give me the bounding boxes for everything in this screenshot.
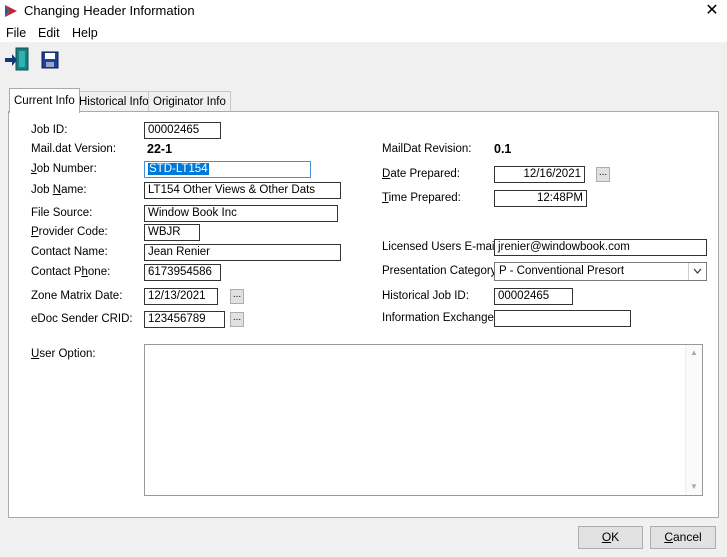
scroll-up-icon[interactable]: ▲	[689, 348, 699, 358]
job-number-value: STD-LT154	[148, 163, 209, 175]
title-bar: Changing Header Information ✕	[0, 0, 727, 22]
contact-name-label: Contact Name:	[31, 246, 108, 258]
time-prepared-label: Time Prepared:	[382, 192, 461, 204]
historical-job-id-field[interactable]: 00002465	[494, 288, 573, 305]
job-id-field[interactable]: 00002465	[144, 122, 221, 139]
contact-phone-field[interactable]: 6173954586	[144, 264, 221, 281]
maildat-version-value: 22-1	[147, 142, 173, 156]
close-button[interactable]: ✕	[700, 1, 724, 21]
job-number-label: Job Number:	[31, 163, 97, 175]
provider-code-field[interactable]: WBJR	[144, 224, 200, 241]
historical-job-id-label: Historical Job ID:	[382, 290, 469, 302]
zone-matrix-date-field[interactable]: 12/13/2021	[144, 288, 218, 305]
presentation-category-label: Presentation Category:	[382, 265, 500, 277]
maildat-version-label: Mail.dat Version:	[31, 143, 117, 155]
contact-name-field[interactable]: Jean Renier	[144, 244, 341, 261]
window-title: Changing Header Information	[24, 3, 195, 18]
time-prepared-field[interactable]: 12:48PM	[494, 190, 587, 207]
licensed-users-email-field[interactable]: jrenier@windowbook.com	[494, 239, 707, 256]
job-number-field[interactable]: STD-LT154	[144, 161, 311, 178]
zone-matrix-date-picker-button[interactable]: ...	[230, 289, 244, 304]
user-option-scrollbar[interactable]: ▲ ▼	[685, 345, 702, 495]
job-name-field[interactable]: LT154 Other Views & Other Dats	[144, 182, 341, 199]
zone-matrix-date-label: Zone Matrix Date:	[31, 290, 123, 302]
provider-code-label: Provider Code:	[31, 226, 108, 238]
file-source-field[interactable]: Window Book Inc	[144, 205, 338, 222]
licensed-users-email-label: Licensed Users E-mail:	[382, 241, 501, 253]
information-exchange-label: Information Exchange:	[382, 312, 498, 324]
menu-edit[interactable]: Edit	[38, 26, 60, 40]
presentation-category-value: P - Conventional Presort	[499, 265, 625, 277]
date-prepared-field[interactable]: 12/16/2021	[494, 166, 585, 183]
cancel-button[interactable]: Cancel	[650, 526, 716, 549]
file-source-label: File Source:	[31, 207, 93, 219]
app-icon	[4, 4, 18, 18]
tab-current-info[interactable]: Current Info	[9, 88, 80, 113]
tab-originator-info[interactable]: Originator Info	[148, 91, 231, 112]
exit-button[interactable]	[3, 45, 31, 73]
presentation-category-select[interactable]: P - Conventional Presort	[494, 262, 707, 281]
edoc-sender-crid-field[interactable]: 123456789	[144, 311, 225, 328]
information-exchange-field[interactable]	[494, 310, 631, 327]
maildat-revision-label: MailDat Revision:	[382, 143, 472, 155]
maildat-revision-value: 0.1	[494, 142, 512, 156]
user-option-textarea[interactable]: ▲ ▼	[144, 344, 703, 496]
ok-button[interactable]: OK	[578, 526, 643, 549]
toolbar	[0, 42, 727, 74]
tab-historical-info[interactable]: Historical Info	[74, 91, 154, 112]
menu-help[interactable]: Help	[72, 26, 98, 40]
menu-file[interactable]: File	[6, 26, 26, 40]
job-id-label: Job ID:	[31, 124, 68, 136]
scroll-down-icon[interactable]: ▼	[689, 482, 699, 492]
date-prepared-label: Date Prepared:	[382, 168, 460, 180]
save-button[interactable]	[38, 45, 66, 73]
menu-bar: File Edit Help	[0, 22, 727, 42]
job-name-label: Job Name:	[31, 184, 87, 196]
date-prepared-picker-button[interactable]: ...	[596, 167, 610, 182]
edoc-sender-crid-label: eDoc Sender CRID:	[31, 313, 133, 325]
chevron-down-icon[interactable]	[688, 263, 706, 280]
user-option-label: User Option:	[31, 348, 96, 360]
exit-door-icon	[5, 47, 29, 71]
edoc-sender-crid-lookup-button[interactable]: ...	[230, 312, 244, 327]
contact-phone-label: Contact Phone:	[31, 266, 111, 278]
floppy-disk-icon	[41, 51, 59, 69]
